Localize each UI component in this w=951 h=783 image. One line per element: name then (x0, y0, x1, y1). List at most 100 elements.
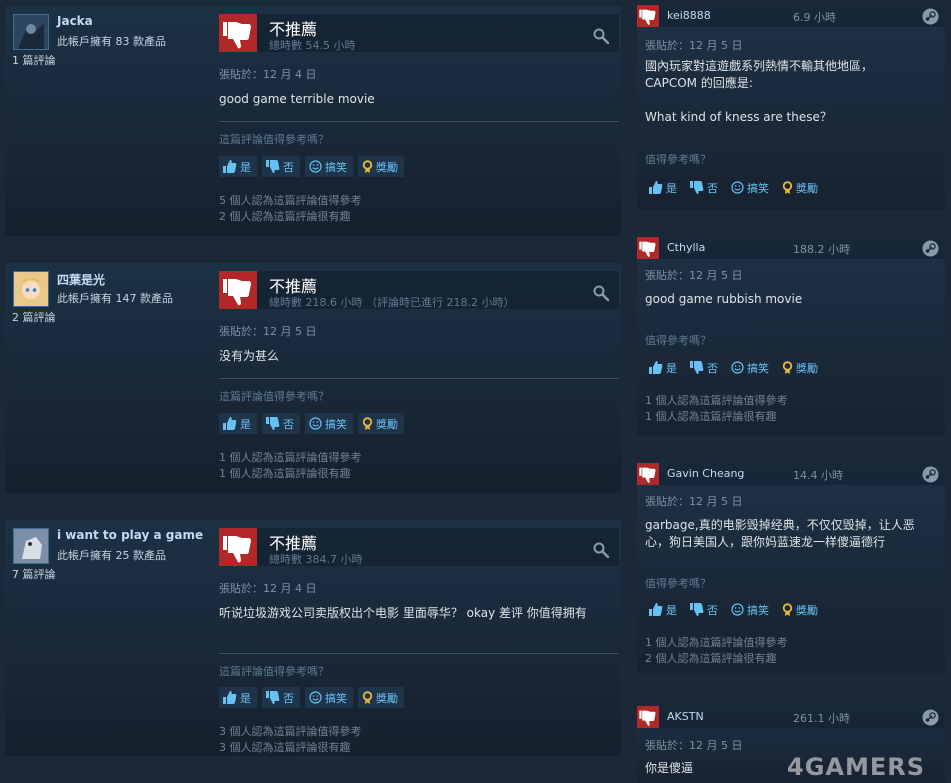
award-icon (362, 690, 373, 705)
funny-label: 搞笑 (747, 361, 769, 375)
review-card: 四葉是光此帳戶擁有 147 款產品 2 篇評論 不推薦 總時數 218.6 小時 （評… (5, 263, 621, 493)
award-button[interactable]: 獎勵 (358, 156, 404, 177)
funny-button[interactable]: 搞笑 (305, 687, 353, 708)
vote-buttons: 是 否 搞笑 獎勵 (645, 599, 822, 620)
reviewer-name[interactable]: i want to play a game (57, 528, 203, 542)
award-label: 獎勵 (796, 603, 818, 617)
playtime-hours: 261.1 小時 (793, 712, 850, 725)
posted-date: 張貼於：12 月 5 日 (219, 325, 317, 338)
helpful-yes-button[interactable]: 是 (645, 599, 681, 620)
helpful-no-label: 否 (707, 603, 718, 617)
products-owned[interactable]: 此帳戶擁有 147 款產品 (57, 290, 173, 306)
funny-count: 2 個人認為這篇評論很有趣 (219, 210, 351, 223)
helpful-no-label: 否 (283, 417, 294, 431)
vote-buttons: 是 否 搞笑 獎勵 (645, 177, 822, 198)
posted-date: 張貼於：12 月 5 日 (645, 39, 743, 52)
verdict-bar[interactable]: 不推薦 總時數 384.7 小時 (219, 528, 619, 566)
thumbs-up-icon (649, 603, 663, 616)
smiley-icon (731, 181, 744, 194)
helpful-no-button[interactable]: 否 (262, 687, 300, 708)
helpful-count: 5 個人認為這篇評論值得參考 (219, 194, 362, 207)
thumbs-down-icon (690, 361, 704, 374)
side-review-header[interactable]: Cthylla 188.2 小時 (637, 237, 945, 259)
playtime-hours: 6.9 小時 (793, 11, 836, 24)
helpful-no-button[interactable]: 否 (262, 413, 300, 434)
helpful-question: 這篇評論值得參考嗎？ (219, 133, 329, 146)
reviewer-name[interactable]: Gavin Cheang (667, 467, 744, 480)
side-review-header[interactable]: kei8888 6.9 小時 (637, 5, 945, 27)
thumbs-down-icon (219, 528, 257, 566)
funny-button[interactable]: 搞笑 (727, 357, 773, 378)
award-button[interactable]: 獎勵 (358, 687, 404, 708)
helpful-yes-button[interactable]: 是 (219, 156, 257, 177)
thumbs-down-icon (637, 463, 659, 485)
helpful-yes-button[interactable]: 是 (645, 357, 681, 378)
reviewer-name[interactable]: 四葉是光 (57, 271, 105, 288)
helpful-no-button[interactable]: 否 (262, 156, 300, 177)
thumbs-down-icon (690, 181, 704, 194)
thumbs-down-icon (637, 5, 659, 27)
posted-date: 張貼於：12 月 5 日 (645, 269, 743, 282)
avatar[interactable] (13, 528, 49, 564)
magnifier-icon[interactable] (593, 542, 610, 562)
magnifier-icon[interactable] (593, 285, 610, 305)
helpful-yes-label: 是 (240, 417, 251, 431)
review-text: garbage,真的电影毁掉经典，不仅仅毁掉，让人恶心，狗日美国人，跟你妈蓝速龙… (645, 518, 915, 549)
funny-button[interactable]: 搞笑 (305, 413, 353, 434)
reviewer-name[interactable]: kei8888 (667, 9, 711, 22)
funny-label: 搞笑 (325, 691, 347, 705)
helpful-count: 3 個人認為這篇評論值得參考 (219, 725, 362, 738)
verdict-bar[interactable]: 不推薦 總時數 218.6 小時 （評論時已進行 218.2 小時） (219, 271, 619, 309)
helpful-no-button[interactable]: 否 (686, 357, 722, 378)
helpful-no-button[interactable]: 否 (686, 599, 722, 620)
side-review-card: Cthylla 188.2 小時 張貼於：12 月 5 日 good game rub… (637, 237, 945, 436)
funny-button[interactable]: 搞笑 (727, 177, 773, 198)
vote-buttons: 是 否 搞笑 獎勵 (219, 687, 404, 708)
helpful-question: 這篇評論值得參考嗎？ (219, 665, 329, 678)
vote-stats: 3 個人認為這篇評論值得參考 3 個人認為這篇評論很有趣 (219, 724, 362, 756)
helpful-yes-label: 是 (666, 181, 677, 195)
funny-button[interactable]: 搞笑 (305, 156, 353, 177)
posted-date: 張貼於：12 月 5 日 (645, 739, 743, 752)
playtime-hours: 188.2 小時 (793, 243, 850, 256)
verdict-bar[interactable]: 不推薦 總時數 54.5 小時 (219, 14, 619, 52)
reviewer-name[interactable]: Jacka (57, 14, 93, 28)
avatar[interactable] (13, 271, 49, 307)
side-review-header[interactable]: AKSTN 261.1 小時 (637, 706, 945, 728)
award-button[interactable]: 獎勵 (778, 177, 822, 198)
award-button[interactable]: 獎勵 (358, 413, 404, 434)
helpful-question: 值得參考嗎？ (645, 334, 711, 347)
reviewer-name[interactable]: AKSTN (667, 710, 704, 723)
review-count[interactable]: 7 篇評論 (12, 566, 56, 582)
avatar[interactable] (13, 14, 49, 50)
divider (219, 653, 619, 654)
funny-button[interactable]: 搞笑 (727, 599, 773, 620)
playtime-hours: 總時數 218.6 小時 （評論時已進行 218.2 小時） (269, 296, 515, 309)
review-count[interactable]: 1 篇評論 (12, 52, 56, 68)
funny-count: 1 個人認為這篇評論很有趣 (219, 467, 351, 480)
helpful-yes-button[interactable]: 是 (219, 413, 257, 434)
side-review-card: Gavin Cheang 14.4 小時 張貼於：12 月 5 日 garbage,真… (637, 463, 945, 673)
smiley-icon (309, 417, 322, 430)
products-owned[interactable]: 此帳戶擁有 83 款產品 (57, 33, 166, 49)
side-review-card: kei8888 6.9 小時 張貼於：12 月 5 日國內玩家對這遊戲系列熱情不輸其… (637, 5, 945, 210)
smiley-icon (309, 160, 322, 173)
award-label: 獎勵 (376, 417, 398, 431)
helpful-yes-button[interactable]: 是 (219, 687, 257, 708)
funny-label: 搞笑 (325, 417, 347, 431)
award-button[interactable]: 獎勵 (778, 357, 822, 378)
helpful-count: 1 個人認為這篇評論值得參考 (645, 636, 788, 649)
side-review-header[interactable]: Gavin Cheang 14.4 小時 (637, 463, 945, 485)
helpful-no-label: 否 (707, 181, 718, 195)
award-button[interactable]: 獎勵 (778, 599, 822, 620)
products-owned[interactable]: 此帳戶擁有 25 款產品 (57, 547, 166, 563)
posted-date: 張貼於：12 月 4 日 (219, 68, 317, 81)
magnifier-icon[interactable] (593, 28, 610, 48)
reviewer-name[interactable]: Cthylla (667, 241, 705, 254)
helpful-yes-button[interactable]: 是 (645, 177, 681, 198)
review-count[interactable]: 2 篇評論 (12, 309, 56, 325)
helpful-question: 這篇評論值得參考嗎？ (219, 390, 329, 403)
funny-label: 搞笑 (747, 181, 769, 195)
helpful-no-button[interactable]: 否 (686, 177, 722, 198)
smiley-icon (309, 691, 322, 704)
